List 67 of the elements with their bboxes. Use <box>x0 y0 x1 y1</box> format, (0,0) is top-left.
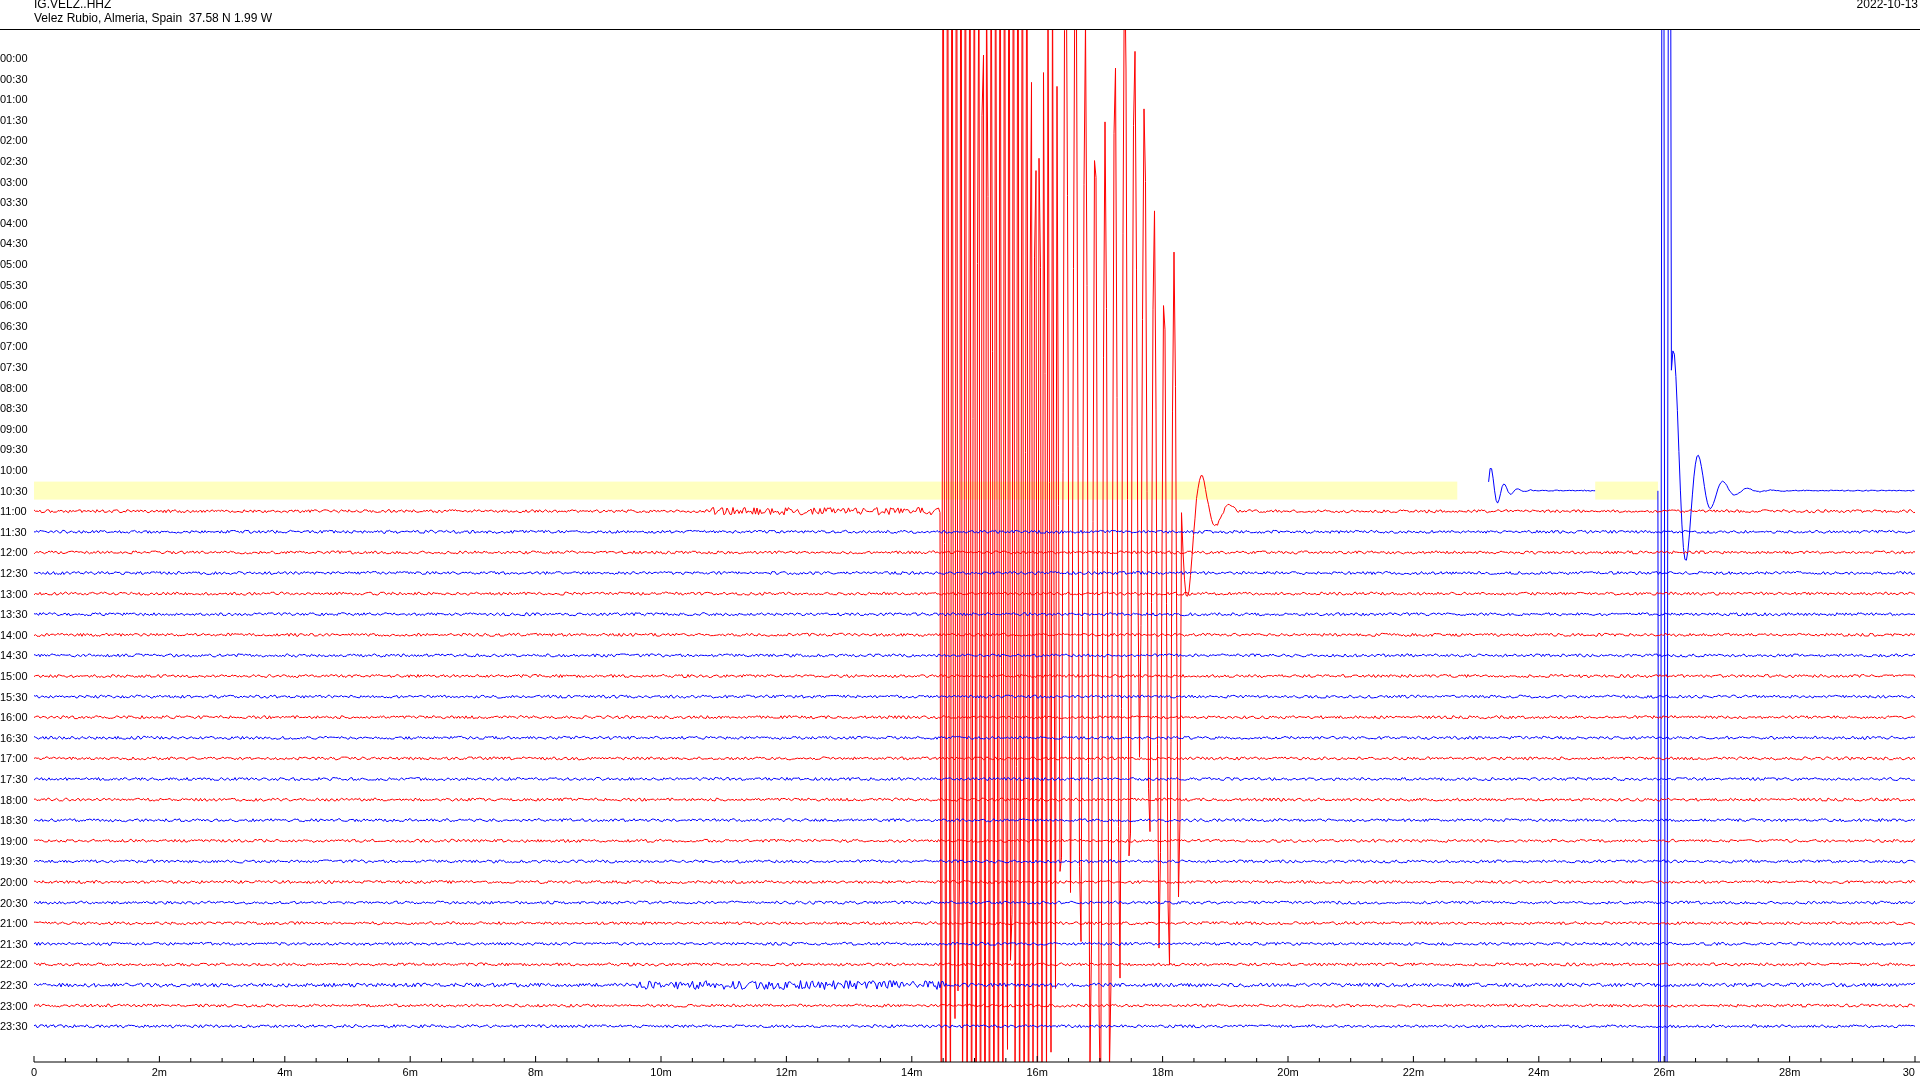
time-label: 01:00 <box>0 93 28 106</box>
axis-tick-label: 2m <box>151 1066 168 1078</box>
time-label: 11:30 <box>0 525 27 538</box>
time-label: 23:30 <box>0 1020 28 1033</box>
time-label: 00:00 <box>0 52 28 64</box>
time-label: 11:00 <box>0 505 27 518</box>
axis-tick-label: 10m <box>650 1066 672 1078</box>
time-label: 08:00 <box>0 381 28 394</box>
time-label: 10:30 <box>0 484 28 497</box>
time-label: 14:00 <box>0 628 28 641</box>
time-label: 07:00 <box>0 340 28 353</box>
time-label: 00:30 <box>0 72 28 85</box>
axis-tick-label: 26m <box>1653 1066 1675 1078</box>
time-label: 07:30 <box>0 361 28 373</box>
time-label: 08:30 <box>0 402 28 415</box>
axis-tick-label: 24m <box>1528 1066 1550 1078</box>
time-label: 15:30 <box>0 690 28 703</box>
time-label: 23:00 <box>0 999 28 1012</box>
time-label: 03:30 <box>0 196 28 209</box>
time-label: 09:30 <box>0 443 28 456</box>
axis-tick-label: 4m <box>277 1066 293 1078</box>
time-label: 10:00 <box>0 464 28 476</box>
time-label: 20:30 <box>0 896 28 909</box>
time-label: 19:00 <box>0 834 28 847</box>
time-label: 06:00 <box>0 299 28 312</box>
time-label: 22:00 <box>0 958 28 971</box>
station-location: Velez Rubio, Almeria, Spain 37.58 N 1.99 W <box>34 11 273 25</box>
time-label: 21:30 <box>0 937 28 950</box>
time-label: 21:00 <box>0 917 28 930</box>
time-label: 13:30 <box>0 608 28 621</box>
station-code: IG.VELZ..HHZ <box>34 0 113 11</box>
plot-date: 2022-10-13 <box>1856 0 1918 13</box>
time-label: 03:00 <box>0 175 28 188</box>
axis-tick-label: 22m <box>1402 1066 1425 1078</box>
time-label: 02:00 <box>0 134 28 147</box>
time-label: 15:00 <box>0 670 28 682</box>
time-label: 04:30 <box>0 237 28 250</box>
axis-tick-label: 12m <box>775 1066 798 1078</box>
axis-tick-label: 0 <box>30 1066 38 1078</box>
axis-tick-label: 30 <box>1902 1066 1915 1078</box>
axis-tick-label: 18m <box>1151 1066 1174 1078</box>
time-label: 17:30 <box>0 773 28 785</box>
time-label: 02:30 <box>0 155 28 167</box>
time-label: 20:00 <box>0 876 28 888</box>
time-label: 17:00 <box>0 752 28 765</box>
time-label: 22:30 <box>0 979 28 991</box>
time-label: 14:30 <box>0 649 28 662</box>
time-label: 12:00 <box>0 546 28 559</box>
time-label: 01:30 <box>0 113 28 126</box>
time-label: 05:30 <box>0 278 28 291</box>
time-label: 16:30 <box>0 731 28 744</box>
axis-tick-label: 8m <box>527 1066 544 1078</box>
time-label: 16:00 <box>0 711 28 724</box>
axis-tick-label: 28m <box>1778 1066 1801 1078</box>
time-label: 12:30 <box>0 567 28 579</box>
time-label: 18:30 <box>0 814 28 827</box>
axis-tick-label: 14m <box>901 1066 923 1078</box>
time-label: 04:00 <box>0 216 28 229</box>
time-label: 13:00 <box>0 587 28 600</box>
time-label: 19:30 <box>0 855 28 868</box>
time-label: 18:00 <box>0 793 28 806</box>
axis-tick-label: 16m <box>1026 1066 1048 1078</box>
time-label: 05:00 <box>0 258 28 270</box>
time-label: 09:00 <box>0 422 28 435</box>
time-label: 06:30 <box>0 319 28 332</box>
axis-tick-label: 6m <box>402 1066 418 1078</box>
axis-tick-label: 20m <box>1277 1066 1299 1078</box>
